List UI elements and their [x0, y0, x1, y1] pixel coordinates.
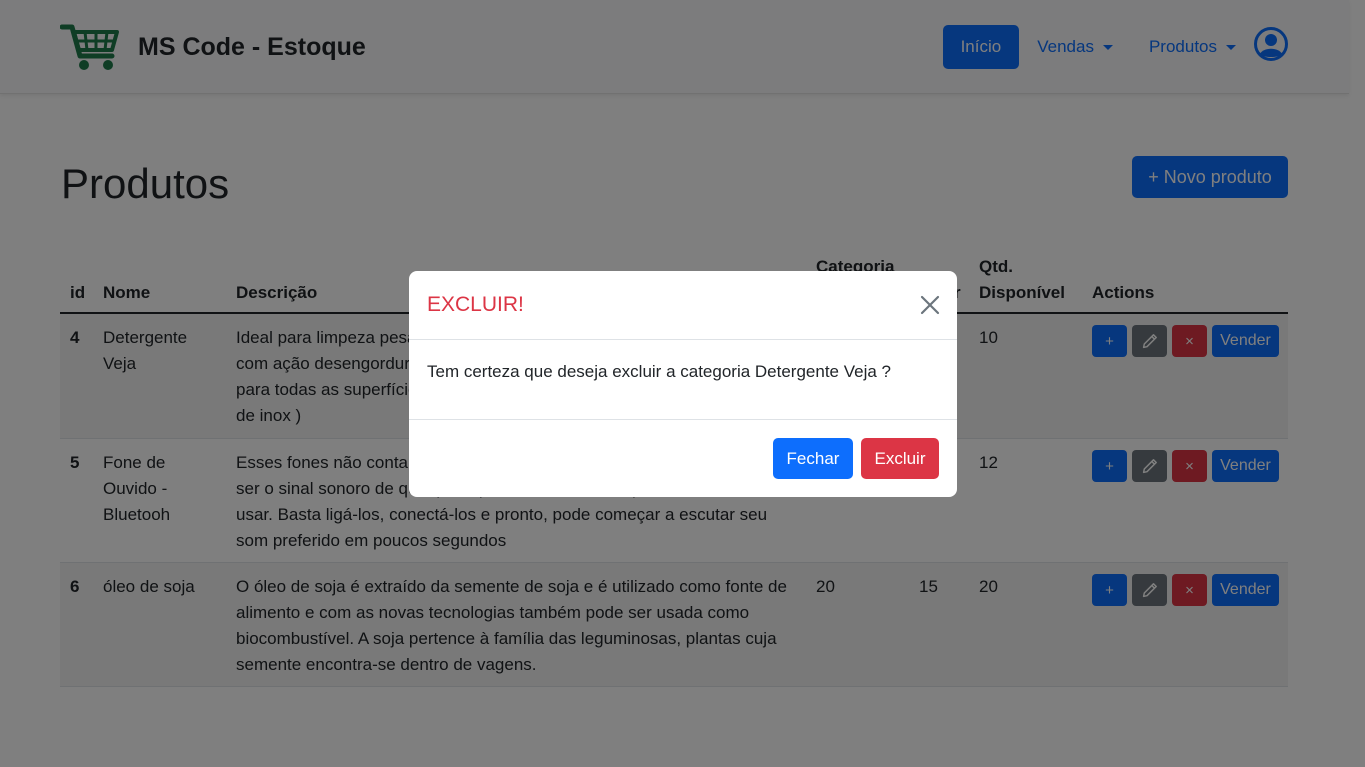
delete-confirm-modal: EXCLUIR! Tem certeza que deseja excluir … [409, 271, 957, 497]
close-icon[interactable] [919, 294, 941, 316]
modal-title: EXCLUIR! [427, 293, 524, 316]
confirm-delete-button[interactable]: Excluir [861, 438, 939, 479]
modal-footer: Fechar Excluir [409, 420, 957, 497]
modal-body: Tem certeza que deseja excluir a categor… [409, 340, 957, 420]
close-button[interactable]: Fechar [773, 438, 853, 479]
modal-message: Tem certeza que deseja excluir a categor… [427, 362, 891, 381]
modal-header: EXCLUIR! [409, 271, 957, 340]
